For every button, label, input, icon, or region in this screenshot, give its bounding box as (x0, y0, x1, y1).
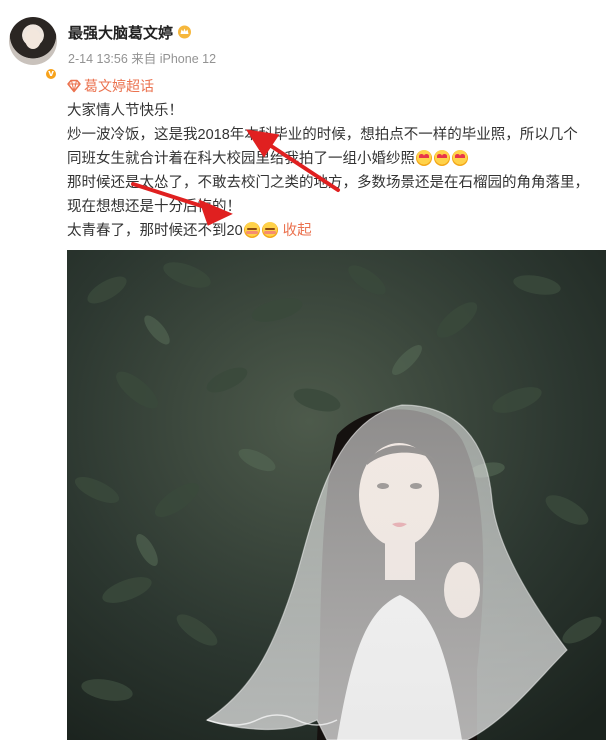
diamond-icon (67, 79, 81, 93)
shy-emoji-icon (261, 222, 278, 238)
post-content: 大家情人节快乐！ 炒一波冷饭，这是我2018年本科毕业的时候，想拍点不一样的毕业… (67, 99, 607, 243)
avatar[interactable]: v (9, 17, 58, 81)
topic-link[interactable]: 葛文婷超话 (66, 76, 154, 96)
post-timestamp[interactable]: 2-14 13:56 (68, 52, 128, 66)
post-source: 来自 iPhone 12 (131, 52, 217, 66)
content-line: 同班女生就合计着在科大校园里给我拍了一组小婚纱照 (67, 147, 607, 171)
content-line: 那时候还是太怂了，不敢去校门之类的地方，多数场景还是在石榴园的角角落里， (67, 175, 589, 191)
photo-bride-veil[interactable] (67, 250, 606, 740)
photo-artwork (67, 250, 606, 740)
avatar-face (25, 29, 41, 49)
content-line: 现在想想还是十分后悔的！ (67, 199, 241, 215)
heart-eyes-emoji-icon (452, 150, 468, 166)
crown-icon[interactable] (177, 24, 192, 39)
content-line: 炒一波冷饭，这是我2018年本科毕业的时候，想拍点不一样的毕业照，所以几个 (67, 127, 578, 143)
content-line: 太青春了，那时候还不到20 收起 (67, 219, 607, 243)
post-meta: 2-14 13:56 来自 iPhone 12 (68, 48, 216, 67)
username[interactable]: 最强大脑葛文婷 (68, 22, 173, 43)
heart-eyes-emoji-icon (416, 150, 432, 166)
content-line-text: 同班女生就合计着在科大校园里给我拍了一组小婚纱照 (67, 151, 415, 167)
vip-badge-icon: v (44, 67, 58, 81)
post-header: v 最强大脑葛文婷 2-14 13:56 来自 iPhone 12 (0, 0, 610, 81)
shy-emoji-icon (243, 222, 260, 238)
content-line: 大家情人节快乐！ (67, 103, 183, 119)
collapse-link[interactable]: 收起 (283, 223, 312, 239)
heart-eyes-emoji-icon (434, 150, 450, 166)
content-line-text: 太青春了，那时候还不到20 (67, 223, 243, 239)
topic-label[interactable]: 葛文婷超话 (84, 76, 154, 96)
